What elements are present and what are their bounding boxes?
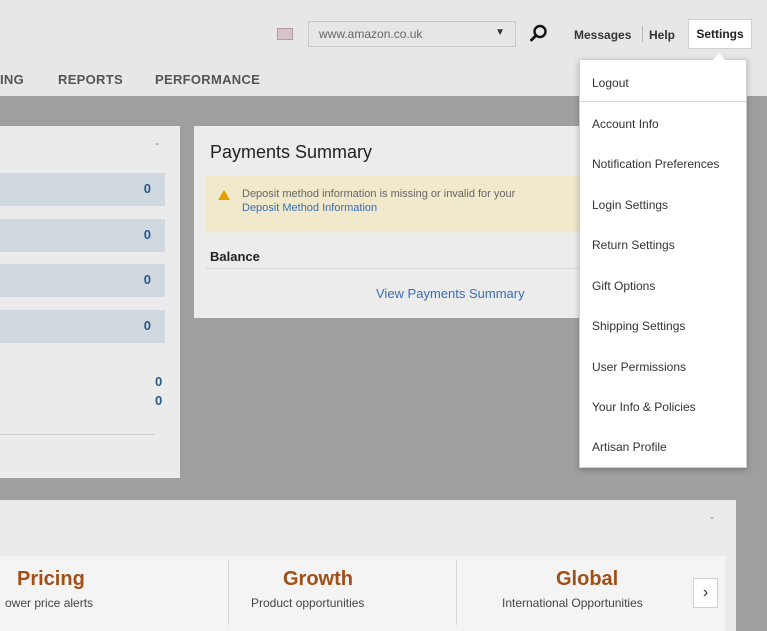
uk-flag-icon (277, 28, 293, 40)
menu-item-login-settings[interactable]: Login Settings (592, 198, 668, 212)
menu-item-user-permissions[interactable]: User Permissions (592, 360, 686, 374)
summary-row[interactable]: 0 (0, 310, 165, 343)
warning-icon (218, 190, 230, 200)
collapse-icon[interactable]: - (155, 136, 159, 150)
balance-label: Balance (210, 249, 260, 264)
search-icon[interactable] (530, 24, 548, 42)
menu-item-your-info-policies[interactable]: Your Info & Policies (592, 400, 696, 414)
menu-item-artisan-profile[interactable]: Artisan Profile (592, 440, 667, 454)
divider (0, 434, 155, 435)
chevron-right-icon[interactable]: › (693, 578, 718, 608)
nav-item-performance[interactable]: PERFORMANCE (155, 72, 260, 87)
payments-title: Payments Summary (210, 142, 373, 162)
deposit-method-link[interactable]: Deposit Method Information (242, 202, 377, 214)
link-separator (642, 26, 643, 42)
settings-menu: Logout Account Info Notification Prefere… (579, 53, 747, 468)
card-divider (456, 560, 457, 625)
summary-value[interactable]: 0 (155, 393, 162, 408)
marketplace-value: www.amazon.co.uk (319, 27, 423, 41)
menu-item-account-info[interactable]: Account Info (592, 117, 659, 131)
summary-value[interactable]: 0 (144, 272, 151, 287)
card-title-pricing[interactable]: Pricing (17, 568, 85, 591)
summary-value[interactable]: 0 (144, 318, 151, 333)
summary-value[interactable]: 0 (155, 374, 162, 389)
view-payments-link[interactable]: View Payments Summary (376, 286, 525, 301)
dropdown-caret-icon: ▼ (495, 27, 505, 38)
settings-button[interactable]: Settings (688, 19, 752, 49)
menu-item-shipping-settings[interactable]: Shipping Settings (592, 319, 685, 333)
summary-row[interactable]: 0 (0, 173, 165, 206)
summary-row[interactable]: 0 (0, 219, 165, 252)
card-title-global[interactable]: Global (556, 568, 618, 591)
help-link[interactable]: Help (649, 28, 675, 42)
nav-item-reports[interactable]: REPORTS (58, 72, 123, 87)
menu-divider (580, 101, 746, 102)
card-subtitle: ower price alerts (5, 596, 94, 610)
collapse-icon[interactable]: - (710, 510, 714, 524)
menu-item-notification-preferences[interactable]: Notification Preferences (592, 157, 719, 171)
menu-item-return-settings[interactable]: Return Settings (592, 238, 675, 252)
card-title-growth[interactable]: Growth (283, 568, 353, 591)
menu-item-gift-options[interactable]: Gift Options (592, 279, 655, 293)
menu-pointer (713, 53, 725, 60)
nav-item-partial[interactable]: ING (0, 72, 24, 87)
summary-value[interactable]: 0 (144, 181, 151, 196)
divider (206, 268, 594, 269)
card-subtitle: Product opportunities (251, 596, 365, 610)
marketplace-select[interactable]: www.amazon.co.uk ▼ (308, 21, 516, 47)
card-divider (228, 560, 229, 625)
card-subtitle: International Opportunities (502, 596, 643, 610)
menu-item-logout[interactable]: Logout (592, 76, 629, 90)
summary-value[interactable]: 0 (144, 227, 151, 242)
summary-row[interactable]: 0 (0, 264, 165, 297)
messages-link[interactable]: Messages (574, 28, 631, 42)
alert-message: Deposit method information is missing or… (242, 188, 516, 200)
